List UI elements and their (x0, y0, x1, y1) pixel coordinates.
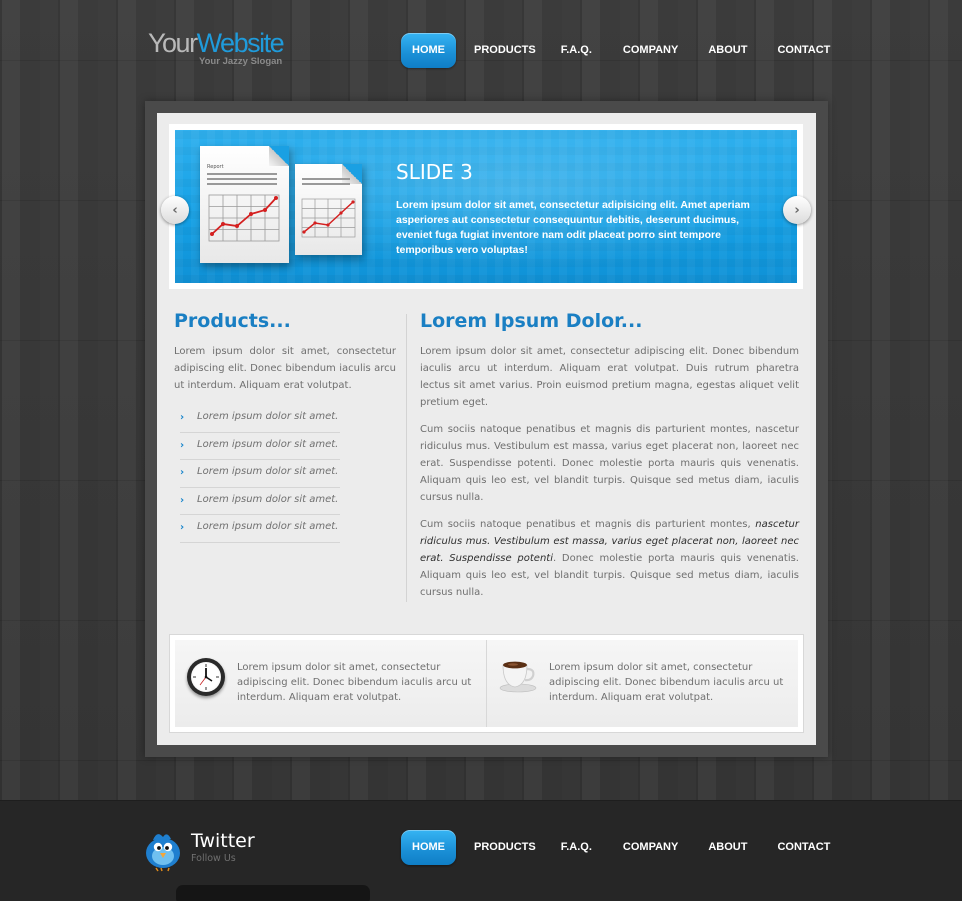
logo-wordmark: YourWebsite (148, 28, 298, 58)
footer-nav-about[interactable]: ABOUT (708, 830, 747, 865)
footer-nav-contact[interactable]: CONTACT (777, 830, 830, 865)
lorem-paragraph-3: Cum sociis natoque penatibus et magnis d… (420, 516, 799, 601)
report-text-lines (302, 178, 350, 188)
products-heading: Products... (174, 310, 291, 332)
footer-nav-company[interactable]: COMPANY (623, 830, 678, 865)
list-item[interactable]: › Lorem ipsum dolor sit amet. (180, 433, 340, 460)
feature-text: Lorem ipsum dolor sit amet, consectetur … (549, 662, 784, 703)
chevron-right-icon: › (794, 202, 800, 218)
chevron-right-icon: › (180, 522, 185, 533)
product-link[interactable]: Lorem ipsum dolor sit amet. (197, 411, 338, 422)
lorem-paragraph-1: Lorem ipsum dolor sit amet, consectetur … (420, 346, 799, 408)
clock-icon (187, 658, 225, 696)
logo-slogan: Your Jazzy Slogan (199, 56, 283, 67)
slider-next-button[interactable]: › (783, 196, 811, 224)
nav-contact[interactable]: CONTACT (777, 33, 830, 68)
list-item[interactable]: › Lorem ipsum dolor sit amet. (180, 488, 340, 515)
tweet-box (176, 885, 370, 901)
feature-boxes: Lorem ipsum dolor sit amet, consectetur … (169, 634, 804, 733)
product-link[interactable]: Lorem ipsum dolor sit amet. (197, 521, 338, 532)
nav-faq[interactable]: F.A.Q. (561, 33, 592, 68)
product-link[interactable]: Lorem ipsum dolor sit amet. (197, 439, 338, 450)
report-chart (208, 194, 280, 242)
chevron-right-icon: › (180, 494, 185, 506)
site-logo[interactable]: YourWebsite Your Jazzy Slogan (148, 28, 298, 67)
slide-text: Lorem ipsum dolor sit amet, consectetur … (396, 199, 750, 256)
feature-box-coffee: Lorem ipsum dolor sit amet, consectetur … (487, 640, 798, 727)
image-slider: Report SLIDE 3 Lorem ipsum dolor sit ame… (169, 124, 803, 289)
feature-text: Lorem ipsum dolor sit amet, consectetur … (237, 662, 472, 703)
report-document-icon: Report (200, 146, 289, 263)
nav-products[interactable]: PRODUCTS (474, 33, 536, 68)
slider-prev-button[interactable]: ‹ (161, 196, 189, 224)
footer-nav-faq[interactable]: F.A.Q. (561, 830, 592, 865)
footer-nav-home[interactable]: HOME (401, 830, 456, 865)
footer-nav: HOME PRODUCTS F.A.Q. COMPANY ABOUT CONTA… (401, 830, 830, 865)
list-item[interactable]: › Lorem ipsum dolor sit amet. (180, 405, 340, 433)
page-curl (269, 146, 289, 166)
products-list: › Lorem ipsum dolor sit amet. › Lorem ip… (180, 405, 340, 543)
logo-your: Your (148, 28, 198, 58)
lorem-paragraph-2: Cum sociis natoque penatibus et magnis d… (420, 424, 799, 503)
products-intro: Lorem ipsum dolor sit amet, consectetur … (174, 346, 396, 391)
coffee-cup-icon (499, 661, 537, 693)
twitter-subtitle: Follow Us (191, 853, 236, 864)
main-nav: HOME PRODUCTS F.A.Q. COMPANY ABOUT CONTA… (401, 33, 830, 68)
chevron-right-icon: › (180, 412, 185, 423)
product-link[interactable]: Lorem ipsum dolor sit amet. (197, 466, 338, 477)
list-item[interactable]: › Lorem ipsum dolor sit amet. (180, 460, 340, 488)
product-link[interactable]: Lorem ipsum dolor sit amet. (197, 494, 338, 505)
report-chart-small (301, 198, 356, 238)
nav-about[interactable]: ABOUT (708, 33, 747, 68)
twitter-bird-icon[interactable] (143, 828, 183, 872)
para3-start: Cum sociis natoque penatibus et magnis d… (420, 519, 756, 530)
report-label: Report (207, 164, 224, 170)
chevron-left-icon: ‹ (172, 202, 178, 218)
clock-hands (193, 664, 219, 690)
chevron-right-icon: › (180, 467, 185, 478)
nav-home[interactable]: HOME (401, 33, 456, 68)
footer-nav-products[interactable]: PRODUCTS (474, 830, 536, 865)
report-text-lines (207, 173, 277, 188)
report-document-icon-small (295, 164, 362, 255)
slide-title: SLIDE 3 (396, 160, 473, 184)
twitter-title[interactable]: Twitter (191, 830, 255, 852)
lorem-body: Lorem ipsum dolor sit amet, consectetur … (420, 343, 799, 611)
chevron-right-icon: › (180, 439, 185, 451)
feature-box-clock: Lorem ipsum dolor sit amet, consectetur … (175, 640, 486, 727)
logo-website: Website (196, 28, 285, 58)
list-item[interactable]: › Lorem ipsum dolor sit amet. (180, 515, 340, 543)
nav-company[interactable]: COMPANY (623, 33, 678, 68)
column-divider (406, 314, 407, 602)
lorem-heading: Lorem Ipsum Dolor... (420, 310, 643, 332)
slide: Report SLIDE 3 Lorem ipsum dolor sit ame… (175, 130, 797, 283)
